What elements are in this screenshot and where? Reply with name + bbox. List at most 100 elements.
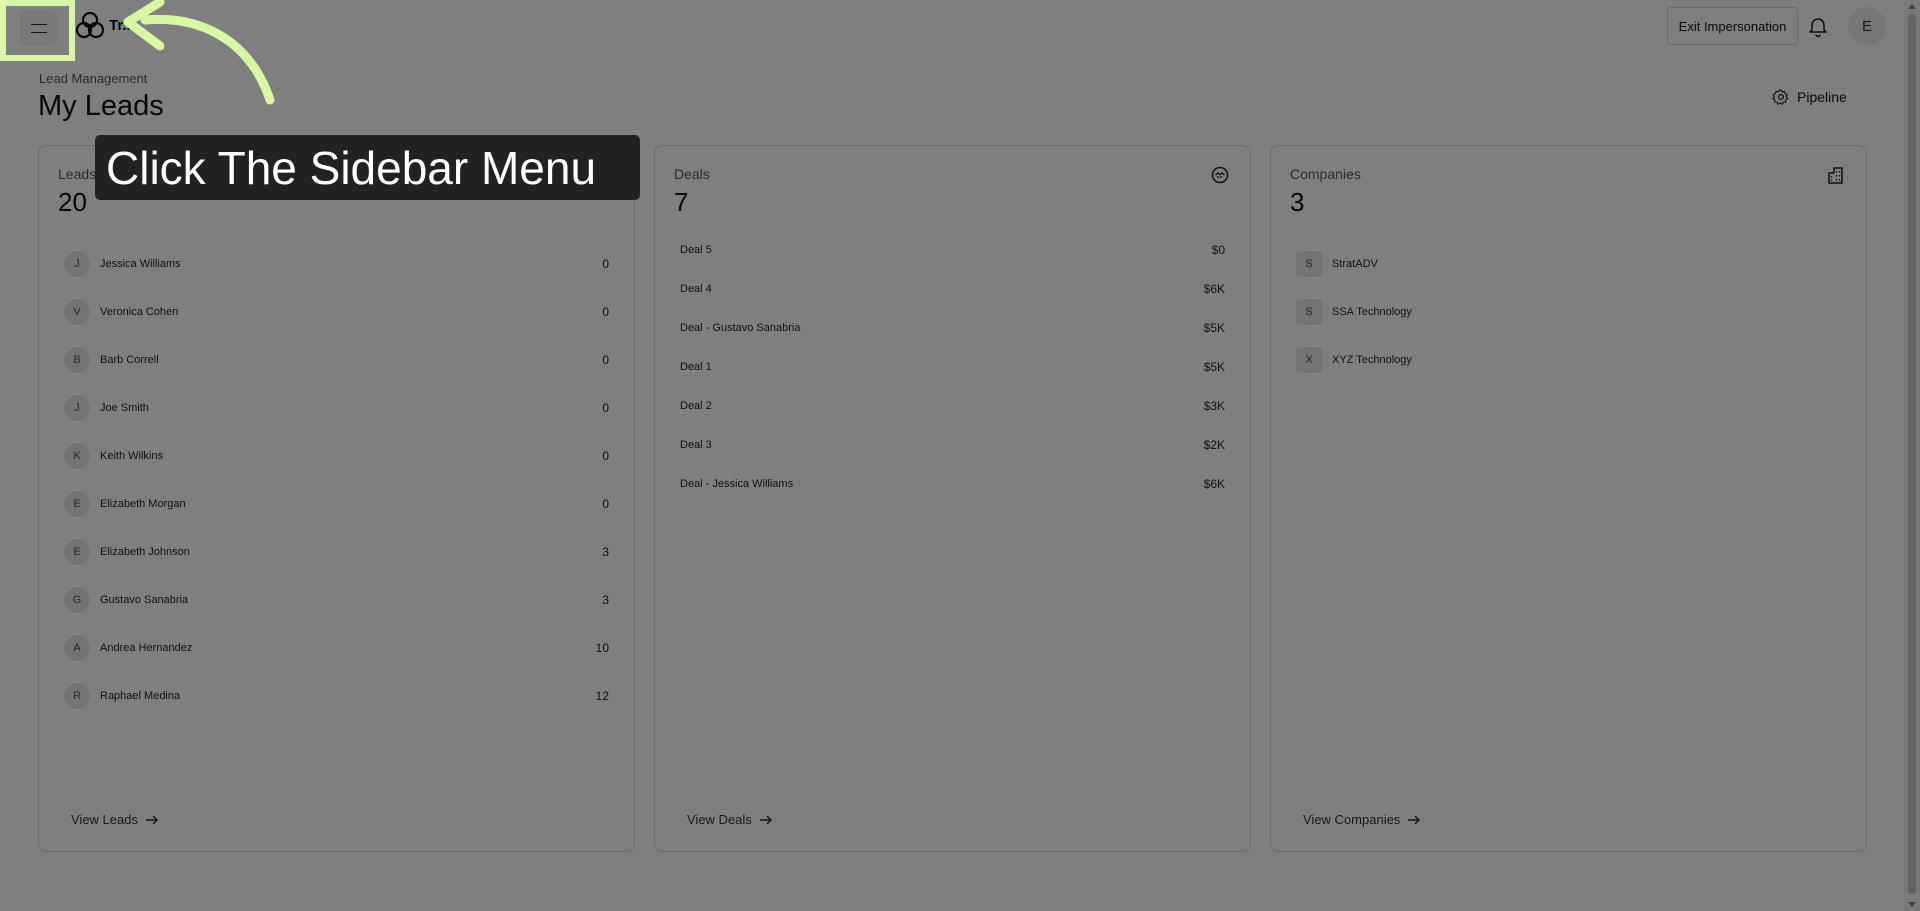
- company-name: SSA Technology: [1332, 306, 1412, 318]
- lead-row[interactable]: R Raphael Medina 12: [58, 672, 615, 720]
- scroll-up-icon[interactable]: [1908, 4, 1916, 9]
- pipeline-label: Pipeline: [1797, 89, 1847, 105]
- lead-avatar: E: [64, 491, 90, 517]
- lead-avatar: J: [64, 251, 90, 277]
- companies-card-label: Companies: [1290, 166, 1361, 182]
- view-leads-link[interactable]: View Leads: [71, 812, 159, 827]
- scrollbar-thumb[interactable]: [1908, 14, 1916, 894]
- deals-count: 7: [674, 187, 689, 217]
- deal-row[interactable]: Deal - Jessica Williams $6K: [674, 464, 1231, 503]
- lead-name: Jessica Williams: [100, 258, 181, 270]
- lead-row[interactable]: E Elizabeth Johnson 3: [58, 528, 615, 576]
- lead-name: Veronica Cohen: [100, 306, 179, 318]
- deal-value: $5K: [1203, 359, 1225, 374]
- lead-row[interactable]: J Joe Smith 0: [58, 384, 615, 432]
- lead-name: Elizabeth Johnson: [100, 546, 190, 558]
- company-name: StratADV: [1332, 258, 1378, 270]
- deal-value: $6K: [1203, 281, 1225, 296]
- page-title: My Leads: [38, 90, 164, 122]
- handshake-icon: [1211, 166, 1229, 184]
- companies-count: 3: [1290, 187, 1305, 217]
- lead-row[interactable]: A Andrea Hernandez 10: [58, 624, 615, 672]
- deals-card-label: Deals: [674, 166, 710, 182]
- lead-row[interactable]: G Gustavo Sanabria 3: [58, 576, 615, 624]
- logo-icon: [75, 11, 105, 39]
- lead-row[interactable]: B Barb Correll 0: [58, 336, 615, 384]
- lead-row[interactable]: K Keith Wilkins 0: [58, 432, 615, 480]
- lead-name: Elizabeth Morgan: [100, 498, 186, 510]
- lead-row[interactable]: E Elizabeth Morgan 0: [58, 480, 615, 528]
- building-icon: [1828, 167, 1843, 184]
- lead-value: 0: [602, 449, 609, 463]
- exit-impersonation-button[interactable]: Exit Impersonation: [1667, 7, 1798, 45]
- arrow-right-icon: [759, 814, 772, 825]
- breadcrumb[interactable]: Lead Management: [39, 71, 147, 86]
- user-avatar[interactable]: E: [1848, 7, 1886, 45]
- lead-value: 0: [602, 353, 609, 367]
- deals-card: Deals 7 Deal 5 $0 Deal 4 $6K Deal - Gustav…: [654, 145, 1251, 852]
- lead-avatar: E: [64, 539, 90, 565]
- deal-value: $2K: [1203, 437, 1225, 452]
- deal-name: Deal 1: [680, 360, 712, 373]
- vertical-scrollbar[interactable]: [1904, 0, 1920, 911]
- leads-card: Leads 20 J Jessica Williams 0 V Veronica Co…: [38, 145, 635, 852]
- lead-value: 10: [595, 641, 609, 655]
- deal-value: $5K: [1203, 320, 1225, 335]
- deal-name: Deal 2: [680, 399, 712, 412]
- arrow-right-icon: [1408, 814, 1421, 825]
- lead-avatar: K: [64, 443, 90, 469]
- company-avatar: X: [1296, 347, 1322, 373]
- companies-card: Companies 3 S StratADV S SSA Technology XX…: [1270, 145, 1867, 852]
- arrow-right-icon: [145, 814, 159, 825]
- company-avatar: S: [1296, 251, 1322, 277]
- companies-list: S StratADV S SSA Technology X XYZ Technolog…: [1290, 240, 1847, 384]
- lead-value: 3: [602, 545, 609, 559]
- lead-avatar: B: [64, 347, 90, 373]
- deal-name: Deal 5: [680, 243, 712, 256]
- lead-avatar: V: [64, 299, 90, 325]
- view-deals-label: View Deals: [687, 812, 752, 827]
- lead-row[interactable]: V Veronica Cohen 0: [58, 288, 615, 336]
- lead-value: 0: [602, 497, 609, 511]
- company-row[interactable]: S SSA Technology: [1290, 288, 1847, 336]
- lead-name: Andrea Hernandez: [100, 642, 193, 654]
- deal-name: Deal 4: [680, 282, 712, 295]
- bell-icon[interactable]: [1806, 14, 1830, 38]
- brand-name: Tr...: [109, 17, 135, 34]
- lead-avatar: G: [64, 587, 90, 613]
- lead-value: 0: [602, 257, 609, 271]
- leads-list: J Jessica Williams 0 V Veronica Cohen 0 B Bar…: [58, 240, 615, 720]
- deal-row[interactable]: Deal 3 $2K: [674, 425, 1231, 464]
- lead-value: 3: [602, 593, 609, 607]
- leads-count: 20: [58, 187, 87, 217]
- deal-row[interactable]: Deal 1 $5K: [674, 347, 1231, 386]
- company-row[interactable]: X XYZ Technology: [1290, 336, 1847, 384]
- pipeline-button[interactable]: Pipeline: [1772, 85, 1847, 109]
- deal-row[interactable]: Deal 2 $3K: [674, 386, 1231, 425]
- view-companies-label: View Companies: [1303, 812, 1401, 827]
- gear-icon: [1772, 89, 1789, 105]
- deals-list: Deal 5 $0 Deal 4 $6K Deal - Gustavo Sanabr…: [674, 230, 1231, 503]
- lead-value: 0: [602, 401, 609, 415]
- lead-name: Keith Wilkins: [100, 450, 163, 462]
- sidebar-menu-button[interactable]: [20, 10, 58, 46]
- hamburger-icon: [31, 23, 47, 33]
- lead-row[interactable]: J Jessica Williams 0: [58, 240, 615, 288]
- company-avatar: S: [1296, 299, 1322, 325]
- deal-name: Deal 3: [680, 438, 712, 451]
- view-deals-link[interactable]: View Deals: [687, 812, 773, 827]
- deal-value: $6K: [1203, 476, 1225, 491]
- company-row[interactable]: S StratADV: [1290, 240, 1847, 288]
- lead-name: Joe Smith: [100, 402, 149, 414]
- deal-row[interactable]: Deal 4 $6K: [674, 269, 1231, 308]
- view-companies-link[interactable]: View Companies: [1303, 812, 1421, 827]
- deal-row[interactable]: Deal 5 $0: [674, 230, 1231, 269]
- leads-card-label: Leads: [58, 166, 97, 182]
- deal-value: $0: [1211, 242, 1225, 257]
- lead-value: 12: [595, 689, 609, 703]
- tutorial-callout: Click The Sidebar Menu: [95, 135, 640, 200]
- deal-row[interactable]: Deal - Gustavo Sanabria $5K: [674, 308, 1231, 347]
- scroll-down-icon[interactable]: [1908, 902, 1916, 907]
- view-leads-label: View Leads: [71, 812, 138, 827]
- deal-name: Deal - Gustavo Sanabria: [680, 321, 801, 334]
